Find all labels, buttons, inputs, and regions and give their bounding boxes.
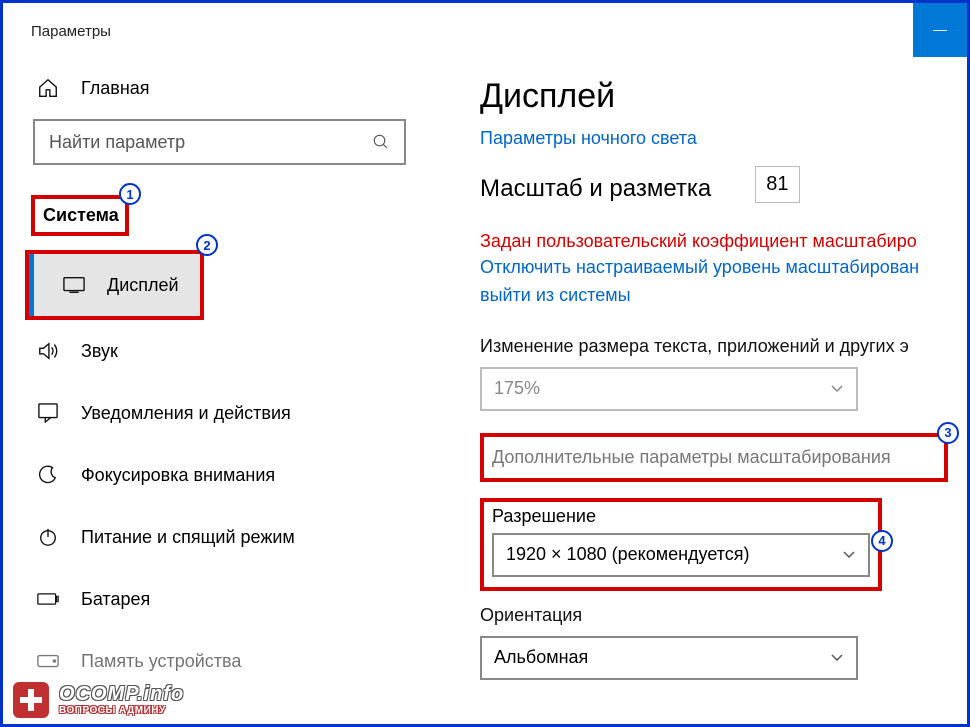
sidebar-item-sound-label: Звук — [81, 341, 118, 362]
advanced-scaling-link[interactable]: Дополнительные параметры масштабирования — [492, 447, 891, 467]
window-title: Параметры — [31, 23, 111, 40]
search-icon — [372, 133, 390, 151]
battery-icon — [37, 592, 59, 606]
notifications-icon — [37, 403, 59, 423]
watermark-plus-icon — [13, 682, 49, 718]
focus-icon — [37, 465, 59, 485]
search-placeholder: Найти параметр — [49, 132, 372, 153]
resolution-select[interactable]: 1920 × 1080 (рекомендуется) — [492, 533, 870, 577]
page-title: Дисплей — [480, 77, 967, 116]
disable-scaling-link[interactable]: Отключить настраиваемый уровень масштаби… — [480, 254, 967, 310]
search-input[interactable]: Найти параметр — [33, 119, 406, 165]
callout-2: 2 — [196, 234, 218, 256]
power-icon — [37, 527, 59, 547]
display-icon — [63, 276, 85, 294]
sidebar-item-notifications-label: Уведомления и действия — [81, 403, 291, 424]
storage-icon — [37, 654, 59, 668]
sidebar-item-sound[interactable]: Звук — [3, 320, 436, 382]
sidebar-item-storage-label: Память устройства — [81, 651, 241, 672]
sidebar-home[interactable]: Главная — [3, 59, 436, 119]
settings-window: Параметры Главная Найти параметр 1 Систе… — [0, 0, 970, 727]
watermark: OCOMP.info ВОПРОСЫ АДМИНУ — [13, 682, 184, 718]
scale-heading: Масштаб и разметка — [480, 175, 711, 203]
resize-label: Изменение размера текста, приложений и д… — [480, 336, 967, 357]
scale-warning: Задан пользовательский коэффициент масшт… — [480, 231, 967, 252]
orientation-select-value: Альбомная — [494, 647, 830, 668]
section-system-highlight: 1 Система — [31, 195, 129, 236]
watermark-line1: OCOMP.info — [59, 684, 184, 704]
scale-select-value: 175% — [494, 378, 830, 399]
sidebar-item-display[interactable]: Дисплей — [29, 254, 200, 316]
home-icon — [37, 77, 59, 99]
night-light-link[interactable]: Параметры ночного света — [480, 128, 967, 149]
sound-icon — [37, 341, 59, 361]
callout-1: 1 — [119, 183, 141, 205]
sidebar-item-battery[interactable]: Батарея — [3, 568, 436, 630]
advanced-scaling-highlight: 3 Дополнительные параметры масштабирован… — [480, 433, 948, 482]
sidebar-item-display-label: Дисплей — [107, 275, 179, 296]
orientation-select[interactable]: Альбомная — [480, 636, 858, 680]
resolution-select-value: 1920 × 1080 (рекомендуется) — [506, 544, 842, 565]
sidebar-section-system: Система — [35, 199, 125, 232]
chevron-down-icon — [830, 653, 844, 663]
orientation-label: Ориентация — [480, 605, 967, 626]
sidebar-item-notifications[interactable]: Уведомления и действия — [3, 382, 436, 444]
resolution-label: Разрешение — [492, 506, 870, 527]
callout-3: 3 — [937, 422, 959, 444]
scale-value[interactable]: 81 — [755, 166, 799, 203]
sidebar-item-power-label: Питание и спящий режим — [81, 527, 295, 548]
scale-select[interactable]: 175% — [480, 367, 858, 411]
resolution-highlight: 4 Разрешение 1920 × 1080 (рекомендуется) — [480, 498, 882, 591]
sidebar-item-focus-label: Фокусировка внимания — [81, 465, 275, 486]
watermark-line2: ВОПРОСЫ АДМИНУ — [59, 706, 184, 716]
titlebar: Параметры — [3, 3, 967, 59]
sidebar-home-label: Главная — [81, 78, 150, 99]
chevron-down-icon — [830, 384, 844, 394]
callout-4: 4 — [871, 530, 893, 552]
minimize-button[interactable] — [913, 3, 967, 57]
sidebar: Главная Найти параметр 1 Система 2 — [3, 59, 436, 724]
sidebar-item-power[interactable]: Питание и спящий режим — [3, 506, 436, 568]
sidebar-item-focus[interactable]: Фокусировка внимания — [3, 444, 436, 506]
sidebar-item-battery-label: Батарея — [81, 589, 150, 610]
main-content: Дисплей Параметры ночного света Масштаб … — [436, 59, 967, 724]
chevron-down-icon — [842, 550, 856, 560]
